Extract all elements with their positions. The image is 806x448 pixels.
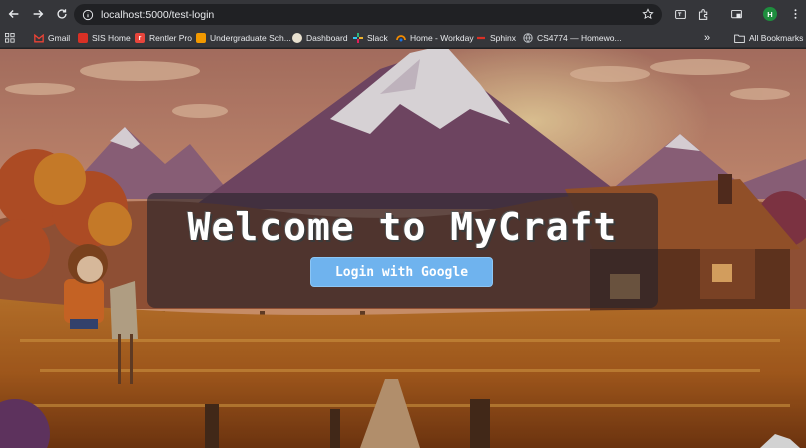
more-menu-icon[interactable] xyxy=(788,5,802,23)
reload-button[interactable] xyxy=(51,3,73,25)
bookmark-undergraduate[interactable]: Undergraduate Sch... xyxy=(196,30,291,46)
sphinx-icon xyxy=(476,33,486,43)
all-bookmarks-label: All Bookmarks xyxy=(749,33,804,43)
bookmark-label: SIS Home xyxy=(92,33,131,43)
school-icon xyxy=(196,33,206,43)
profile-avatar[interactable]: H xyxy=(763,7,777,21)
cast-icon[interactable] xyxy=(727,5,745,23)
apps-grid-icon[interactable] xyxy=(5,30,15,46)
bookmark-cs4774[interactable]: CS4774 — Homewo... xyxy=(523,30,622,46)
folder-icon xyxy=(734,34,745,43)
site-info-icon[interactable] xyxy=(78,5,98,25)
bookmark-label: Sphinx xyxy=(490,33,516,43)
bookmark-gmail[interactable]: Gmail xyxy=(34,30,70,46)
bookmark-label: Dashboard xyxy=(306,33,348,43)
bookmarks-overflow-icon[interactable]: » xyxy=(704,30,710,46)
back-button[interactable] xyxy=(3,3,25,25)
bookmark-rentler-pro[interactable]: r Rentler Pro xyxy=(135,30,192,46)
workday-icon xyxy=(396,33,406,43)
page-viewport: Welcome to MyCraft Login with Google xyxy=(0,49,806,448)
bookmark-star-icon[interactable] xyxy=(640,6,656,22)
bookmark-label: Gmail xyxy=(48,33,71,43)
login-with-google-button[interactable]: Login with Google xyxy=(310,257,493,287)
bookmark-label: Undergraduate Sch... xyxy=(210,33,291,43)
page-title: Welcome to MyCraft xyxy=(187,205,618,249)
bookmark-label: Rentler Pro xyxy=(149,33,192,43)
bookmark-slack[interactable]: Slack xyxy=(353,30,388,46)
bookmarks-bar: Gmail SIS Home r Rentler Pro Undergradua… xyxy=(0,28,806,48)
bookmark-workday[interactable]: Home - Workday xyxy=(396,30,474,46)
all-bookmarks-button[interactable]: All Bookmarks xyxy=(734,30,803,46)
url-text[interactable]: localhost:5000/test-login xyxy=(101,9,214,21)
reload-icon xyxy=(57,9,67,19)
gmail-icon xyxy=(34,33,44,43)
rentler-icon: r xyxy=(135,33,145,43)
slack-icon xyxy=(353,33,363,43)
arrow-left-icon xyxy=(8,10,19,18)
bookmark-label: Home - Workday xyxy=(410,33,474,43)
bookmark-label: Slack xyxy=(367,33,388,43)
welcome-panel: Welcome to MyCraft Login with Google xyxy=(147,193,658,308)
arrow-right-icon xyxy=(33,10,44,18)
bookmark-dashboard[interactable]: Dashboard xyxy=(292,30,348,46)
sis-icon xyxy=(78,33,88,43)
translate-icon[interactable] xyxy=(671,5,689,23)
forward-button[interactable] xyxy=(27,3,49,25)
browser-toolbar: localhost:5000/test-login H xyxy=(0,0,806,28)
bookmark-label: CS4774 — Homewo... xyxy=(537,33,622,43)
dashboard-icon xyxy=(292,33,302,43)
bookmark-sphinx[interactable]: Sphinx xyxy=(476,30,516,46)
address-bar[interactable]: localhost:5000/test-login xyxy=(74,4,662,25)
bookmark-sis-home[interactable]: SIS Home xyxy=(78,30,131,46)
globe-icon xyxy=(523,33,533,43)
extensions-icon[interactable] xyxy=(694,5,712,23)
